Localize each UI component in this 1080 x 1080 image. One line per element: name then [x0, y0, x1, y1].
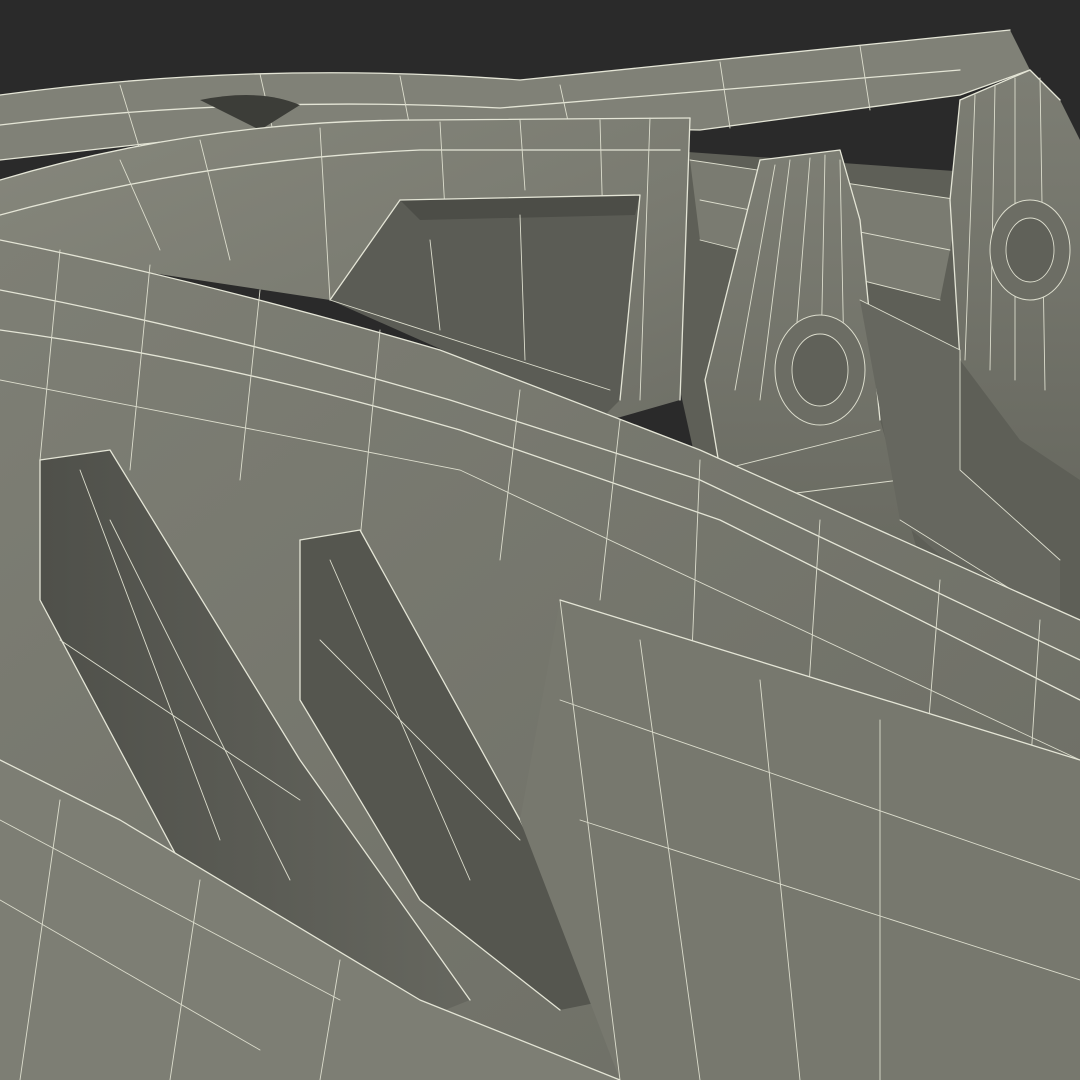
render-viewport [0, 0, 1080, 1080]
car-wireframe-render [0, 0, 1080, 1080]
